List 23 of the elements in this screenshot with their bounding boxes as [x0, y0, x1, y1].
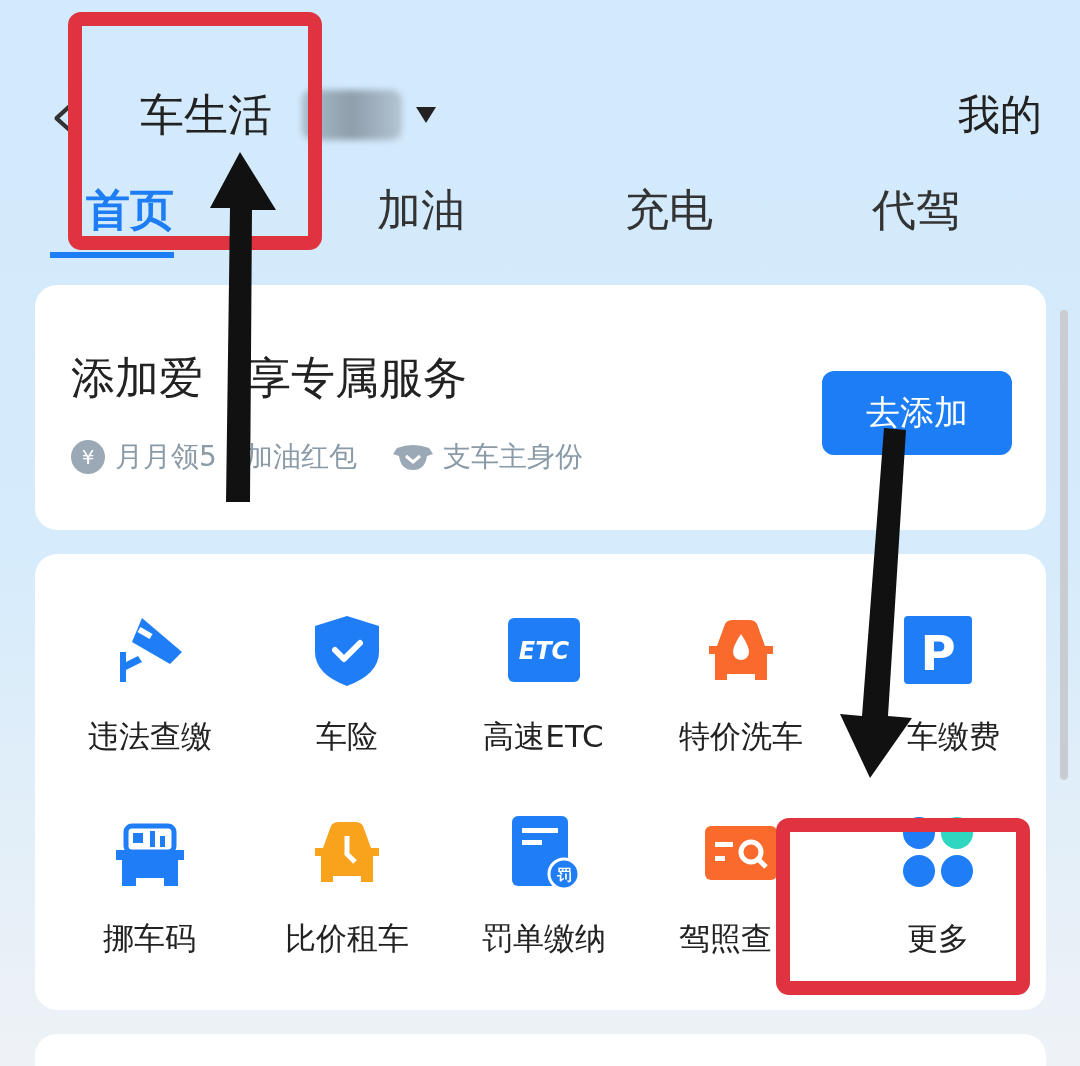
perk-label: 支车主身份 — [442, 440, 583, 473]
service-label[interactable]: 罚单缴纳 — [481, 920, 606, 956]
service-label[interactable]: 特价洗车 — [678, 718, 803, 754]
service-label[interactable]: 违法查缴 — [87, 718, 212, 754]
tab[interactable]: 代驾 — [872, 175, 961, 258]
service-label[interactable]: 车险 — [315, 718, 378, 754]
service-label[interactable]: 高速ETC — [483, 718, 604, 754]
caret-icon[interactable] — [416, 107, 436, 123]
mine-link[interactable]: 我的 — [958, 87, 1042, 143]
card-title: 添加爱 — [71, 352, 203, 403]
service-label[interactable]: 驾照查 — [678, 920, 772, 956]
tab[interactable]: 加油 — [377, 175, 466, 258]
perk-label: 月月领5 — [115, 440, 217, 473]
service-label[interactable]: 更多 — [906, 920, 969, 956]
service-label[interactable]: 比价租车 — [284, 920, 409, 956]
add-button[interactable]: 去添加 — [822, 370, 1012, 455]
badge-icon — [392, 442, 433, 472]
page-title: 车生活 — [140, 87, 272, 142]
back-button[interactable]: ‹ — [50, 85, 140, 145]
service-label[interactable]: 挪车码 — [103, 920, 196, 956]
service-label[interactable]: 车缴费 — [906, 718, 1000, 754]
tab[interactable]: 充电 — [624, 175, 713, 258]
coin-icon: ¥ — [71, 440, 105, 474]
